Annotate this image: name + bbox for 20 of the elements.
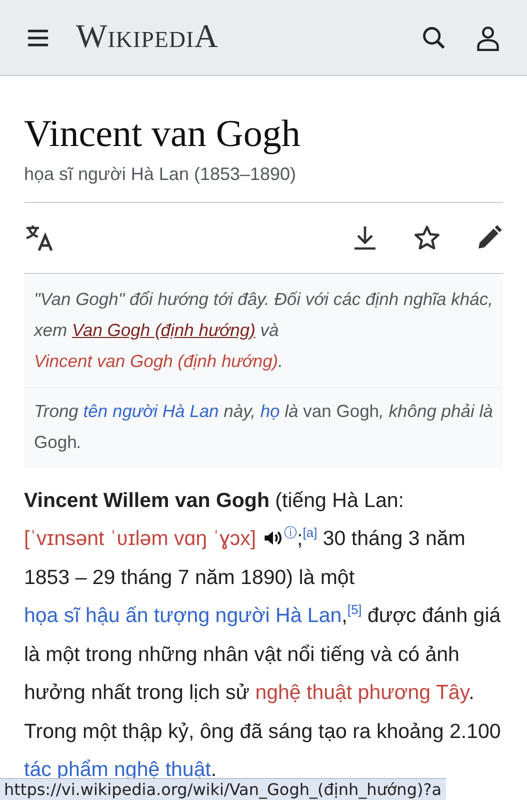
link[interactable]: nghệ thuật phương Tây [255,681,469,704]
link[interactable]: Van Gogh (định hướng) [72,320,256,340]
page-title: Vincent van Gogh [24,112,302,157]
page-subtitle: họa sĩ người Hà Lan (1853–1890) [24,164,503,203]
link[interactable]: họ [260,400,280,421]
language-icon[interactable] [24,222,54,253]
wikipedia-logo[interactable]: WikipediA [76,19,219,56]
pronunciation-link[interactable]: [ˈvɪnsənt ˈʋɪləm vɑŋ ˈɣɔx] [24,527,256,550]
user-icon[interactable] [475,24,501,50]
link[interactable]: tên người Hà Lan [83,400,219,421]
link-url-tooltip: https://vi.wikipedia.org/wiki/Van_Gogh_(định_hướng)?a [0,778,446,800]
star-icon[interactable] [413,224,441,252]
reference-link[interactable]: ⓘ [284,525,298,540]
reference-link[interactable]: [5] [347,602,362,618]
hatnote: Trong tên người Hà Lan này, họ là van Gogh, không phải là Gogh. [24,386,503,468]
link[interactable]: họa sĩ hậu ấn tượng người Hà Lan [24,604,342,628]
search-icon[interactable] [421,24,447,50]
link[interactable]: Vincent van Gogh (định hướng) [34,350,278,371]
hatnote: "Van Gogh" đổi hướng tới đây. Đối với các định nghĩa khác, xem Van Gogh (định hướng) và Vincent van Gogh (định hướng). [32,288,494,373]
reference-link[interactable]: [a] [302,525,318,540]
